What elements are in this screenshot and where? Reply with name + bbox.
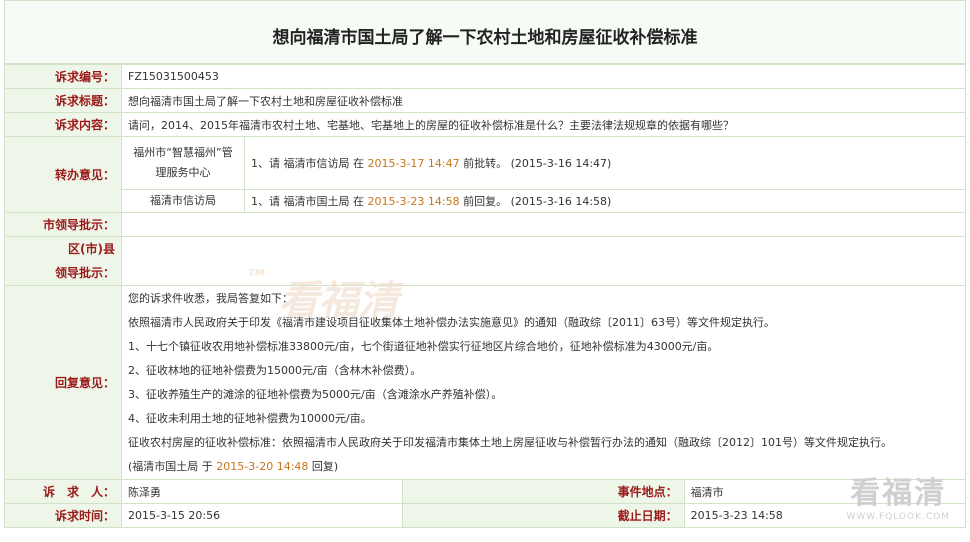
row-number: 诉求编号： FZ15031500453 [4,64,966,89]
transfer-item: 福清市信访局 1、请 福清市国土局 在 2015-3-23 14:58 前回复。… [122,188,965,212]
row-time-deadline: 诉求时间： 2015-3-15 20:56 截止日期： 2015-3-23 14… [4,503,967,528]
label-district-line2: 领导批示： [54,266,115,280]
transfer-item: 福州市“智慧福州”管理服务中心 1、请 福清市信访局 在 2015-3-17 1… [122,137,965,190]
reply-line: 征收农村房屋的征收补偿标准：依照福清市人民政府关于印发福清市集体土地上房屋征收与… [128,435,892,449]
label-location: 事件地点： [402,479,685,504]
label-content: 诉求内容： [4,112,122,137]
title-row: 想向福清市国土局了解一下农村土地和房屋征收补偿标准 [4,0,966,64]
reply-signature: (福清市国土局 于 2015-3-20 14:48 回复) [128,455,959,479]
value-content: 请问，2014、2015年福清市农村土地、宅基地、宅基地上的房屋的征收补偿标准是… [121,112,966,137]
row-person-location: 诉 求 人： 陈泽勇 事件地点： 福清市 [4,479,967,504]
row-transfer: 转办意见： 福州市“智慧福州”管理服务中心 1、请 福清市信访局 在 2015-… [4,136,966,213]
label-deadline: 截止日期： [402,503,685,528]
value-subject: 想向福清市国土局了解一下农村土地和房屋征收补偿标准 [121,88,966,113]
reply-sign-pre: (福清市国土局 于 [128,459,213,473]
value-city-leader [121,212,966,237]
reply-line: 2、征收林地的征地补偿费为15000元/亩（含林木补偿费）。 [128,363,422,377]
reply-sign-date: 2015-3-20 14:48 [216,459,309,473]
transfer-dept: 福清市信访局 [122,188,245,212]
value-location: 福清市 [683,479,967,504]
value-deadline: 2015-3-23 14:58 [683,503,967,528]
label-reply: 回复意见： [4,285,122,480]
value-person: 陈泽勇 [120,479,404,504]
transfer-instruction: 1、请 福清市信访局 在 2015-3-17 14:47 前批转。 (2015-… [244,137,965,190]
reply-line: 您的诉求件收悉，我局答复如下： [128,291,293,305]
transfer-cell: 福州市“智慧福州”管理服务中心 1、请 福清市信访局 在 2015-3-17 1… [121,136,966,213]
label-district-line1: 区(市)县 [68,242,115,256]
transfer-post: 前批转。 (2015-3-16 14:47) [463,156,612,170]
reply-line: 4、征收未利用土地的征地补偿费为10000元/亩。 [128,411,372,425]
row-content: 诉求内容： 请问，2014、2015年福清市农村土地、宅基地、宅基地上的房屋的征… [4,112,966,137]
petition-table: 诉求编号： FZ15031500453 诉求标题： 想向福清市国土局了解一下农村… [4,64,967,528]
label-time: 诉求时间： [4,503,122,528]
value-number: FZ15031500453 [121,64,966,89]
transfer-list: 福州市“智慧福州”管理服务中心 1、请 福清市信访局 在 2015-3-17 1… [122,137,965,212]
label-district-leader: 区(市)县 领导批示： [4,236,122,286]
transfer-dept: 福州市“智慧福州”管理服务中心 [122,137,245,190]
reply-sign-post: 回复) [311,459,339,473]
value-district-leader [121,236,966,286]
value-time: 2015-3-15 20:56 [120,503,404,528]
label-person: 诉 求 人： [4,479,122,504]
label-subject: 诉求标题： [4,88,122,113]
label-number: 诉求编号： [4,64,122,89]
petition-detail-frame: 想向福清市国土局了解一下农村土地和房屋征收补偿标准 诉求编号： FZ150315… [4,0,967,540]
reply-line: 依照福清市人民政府关于印发《福清市建设项目征收集体土地补偿办法实施意见》的通知（… [128,315,775,329]
label-transfer: 转办意见： [4,136,122,213]
row-district-leader: 区(市)县 领导批示： [4,236,966,286]
transfer-date: 2015-3-17 14:47 [367,156,460,170]
reply-line: 3、征收养殖生产的滩涂的征地补偿费为5000元/亩（含滩涂水产养殖补偿）。 [128,387,503,401]
transfer-post: 前回复。 (2015-3-16 14:58) [463,194,612,208]
page-title: 想向福清市国土局了解一下农村土地和房屋征收补偿标准 [272,27,698,48]
transfer-pre: 1、请 福清市信访局 在 [251,156,364,170]
reply-body: 您的诉求件收悉，我局答复如下： 依照福清市人民政府关于印发《福清市建设项目征收集… [121,285,966,480]
label-city-leader: 市领导批示： [4,212,122,237]
row-subject: 诉求标题： 想向福清市国土局了解一下农村土地和房屋征收补偿标准 [4,88,966,113]
row-reply: 回复意见： 您的诉求件收悉，我局答复如下： 依照福清市人民政府关于印发《福清市建… [4,285,966,480]
transfer-date: 2015-3-23 14:58 [367,194,460,208]
reply-line: 1、十七个镇征收农用地补偿标准33800元/亩，七个街道征地补偿实行征地区片综合… [128,339,719,353]
transfer-pre: 1、请 福清市国土局 在 [251,194,364,208]
row-city-leader: 市领导批示： [4,212,966,237]
transfer-instruction: 1、请 福清市国土局 在 2015-3-23 14:58 前回复。 (2015-… [244,188,965,212]
